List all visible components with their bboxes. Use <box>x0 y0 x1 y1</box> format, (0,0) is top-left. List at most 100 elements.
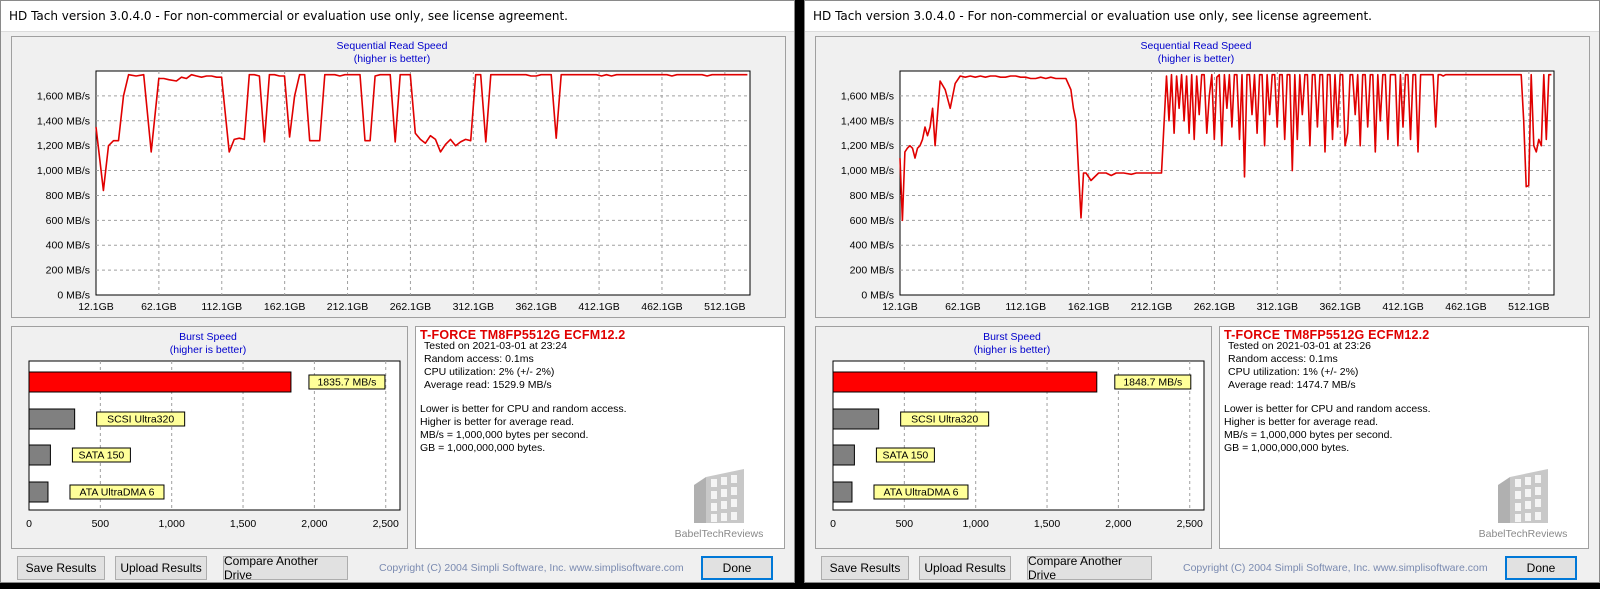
note-gb-unit: GB = 1,000,000,000 bytes. <box>1224 442 1350 454</box>
upload-results-button[interactable]: Upload Results <box>919 556 1011 580</box>
y-tick-label: 1,400 MB/s <box>37 115 90 127</box>
burst-speed-chart: Burst Speed (higher is better) 1835.7 MB… <box>26 331 401 530</box>
seq-chart-subtitle: (higher is better) <box>1158 53 1234 65</box>
building-logo-icon <box>694 469 744 523</box>
burst-label-text: SATA 150 <box>79 450 125 462</box>
copyright-text: Copyright (C) 2004 Simpli Software, Inc.… <box>379 562 684 574</box>
burst-chart-title: Burst Speed <box>179 331 237 343</box>
x-tick-label: 112.1GB <box>1005 301 1046 313</box>
burst-bar-drive <box>28 371 292 393</box>
average-read: Average read: 1529.9 MB/s <box>424 379 552 391</box>
burst-bar-ata-udma6 <box>832 481 853 503</box>
done-button[interactable]: Done <box>701 556 773 580</box>
y-tick-label: 1,200 MB/s <box>841 140 894 152</box>
x-tick-label: 162.1GB <box>264 301 305 313</box>
note-mbs-unit: MB/s = 1,000,000 bytes per second. <box>420 429 589 441</box>
copyright-text: Copyright (C) 2004 Simpli Software, Inc.… <box>1183 562 1488 574</box>
x-tick-label: 512.1GB <box>1508 301 1549 313</box>
save-results-button[interactable]: Save Results <box>17 556 105 580</box>
y-tick-label: 0 MB/s <box>861 290 894 302</box>
sequential-read-panel: Sequential Read Speed (higher is better)… <box>11 36 786 318</box>
sequential-read-panel: Sequential Read Speed (higher is better)… <box>815 36 1590 318</box>
x-tick-label: 12.1GB <box>78 301 114 313</box>
x-tick-label: 412.1GB <box>578 301 619 313</box>
plot-area <box>95 70 751 296</box>
seq-chart-title: Sequential Read Speed <box>1141 40 1252 52</box>
burst-bar-sata-150 <box>832 444 855 466</box>
drive-info-panel: T-FORCE TM8FP5512G ECFM12.2 Tested on 20… <box>1219 326 1589 549</box>
burst-label-text: ATA UltraDMA 6 <box>884 487 959 499</box>
burst-x-tick-label: 0 <box>26 518 32 530</box>
y-tick-label: 200 MB/s <box>850 265 894 277</box>
note-cpu-random: Lower is better for CPU and random acces… <box>1224 403 1431 415</box>
burst-bar-sata-150 <box>28 444 51 466</box>
babeltechreviews-watermark: BabelTechReviews <box>664 465 774 540</box>
burst-label-text: SCSI Ultra320 <box>911 414 978 426</box>
y-tick-label: 400 MB/s <box>46 240 90 252</box>
note-gb-unit: GB = 1,000,000,000 bytes. <box>420 442 546 454</box>
compare-another-drive-button[interactable]: Compare Another Drive <box>223 554 348 582</box>
seq-chart-subtitle: (higher is better) <box>354 53 430 65</box>
x-tick-label: 62.1GB <box>945 301 981 313</box>
y-tick-label: 1,000 MB/s <box>841 165 894 177</box>
burst-x-tick-label: 2,000 <box>301 518 327 530</box>
window-title: HD Tach version 3.0.4.0 - For non-commer… <box>805 1 1599 32</box>
watermark-text: BabelTechReviews <box>1478 528 1568 540</box>
y-tick-label: 400 MB/s <box>850 240 894 252</box>
x-tick-label: 512.1GB <box>704 301 745 313</box>
x-tick-label: 62.1GB <box>141 301 177 313</box>
y-tick-label: 800 MB/s <box>850 190 894 202</box>
babeltechreviews-watermark: BabelTechReviews <box>1468 465 1578 540</box>
y-tick-label: 1,600 MB/s <box>841 90 894 102</box>
burst-label-text: SATA 150 <box>883 450 929 462</box>
burst-chart-title: Burst Speed <box>983 331 1041 343</box>
burst-label-text: 1848.7 MB/s <box>1123 377 1182 389</box>
note-average-read: Higher is better for average read. <box>1224 416 1379 428</box>
burst-bar-scsi-ultra320 <box>832 408 880 430</box>
cpu-utilization: CPU utilization: 2% (+/- 2%) <box>424 366 555 378</box>
save-results-button[interactable]: Save Results <box>821 556 909 580</box>
burst-x-tick-label: 1,500 <box>1034 518 1060 530</box>
tested-date: Tested on 2021-03-01 at 23:26 <box>1228 340 1372 352</box>
note-cpu-random: Lower is better for CPU and random acces… <box>420 403 627 415</box>
x-tick-label: 462.1GB <box>1445 301 1486 313</box>
random-access: Random access: 0.1ms <box>424 353 534 365</box>
burst-speed-panel: Burst Speed (higher is better) 1848.7 MB… <box>815 326 1212 549</box>
burst-x-tick-label: 500 <box>896 518 914 530</box>
burst-speed-chart: Burst Speed (higher is better) 1848.7 MB… <box>830 331 1205 530</box>
y-tick-label: 600 MB/s <box>850 215 894 227</box>
burst-bar-scsi-ultra320 <box>28 408 76 430</box>
compare-another-drive-button[interactable]: Compare Another Drive <box>1027 554 1152 582</box>
burst-bar-drive <box>832 371 1098 393</box>
note-mbs-unit: MB/s = 1,000,000 bytes per second. <box>1224 429 1393 441</box>
x-tick-label: 262.1GB <box>1194 301 1235 313</box>
random-access: Random access: 0.1ms <box>1228 353 1338 365</box>
window-title: HD Tach version 3.0.4.0 - For non-commer… <box>1 1 794 32</box>
x-tick-label: 362.1GB <box>1319 301 1360 313</box>
x-tick-label: 262.1GB <box>390 301 431 313</box>
burst-x-tick-label: 500 <box>92 518 110 530</box>
seq-chart-title: Sequential Read Speed <box>337 40 448 52</box>
burst-x-tick-label: 1,500 <box>230 518 256 530</box>
burst-label-text: 1835.7 MB/s <box>317 377 376 389</box>
hdtach-window-right: HD Tach version 3.0.4.0 - For non-commer… <box>804 0 1600 583</box>
x-tick-label: 162.1GB <box>1068 301 1109 313</box>
x-tick-label: 412.1GB <box>1382 301 1423 313</box>
y-tick-label: 0 MB/s <box>57 290 90 302</box>
burst-x-tick-label: 0 <box>830 518 836 530</box>
y-tick-label: 200 MB/s <box>46 265 90 277</box>
y-tick-label: 1,200 MB/s <box>37 140 90 152</box>
burst-chart-subtitle: (higher is better) <box>170 344 246 356</box>
upload-results-button[interactable]: Upload Results <box>115 556 207 580</box>
sequential-read-chart: Sequential Read Speed (higher is better)… <box>37 40 751 313</box>
x-tick-label: 362.1GB <box>515 301 556 313</box>
y-tick-label: 1,400 MB/s <box>841 115 894 127</box>
burst-x-tick-label: 2,500 <box>373 518 399 530</box>
done-button[interactable]: Done <box>1505 556 1577 580</box>
x-tick-label: 112.1GB <box>201 301 242 313</box>
building-logo-icon <box>1498 469 1548 523</box>
burst-x-tick-label: 1,000 <box>159 518 185 530</box>
burst-x-tick-label: 2,000 <box>1105 518 1131 530</box>
y-tick-label: 1,000 MB/s <box>37 165 90 177</box>
cpu-utilization: CPU utilization: 1% (+/- 2%) <box>1228 366 1359 378</box>
